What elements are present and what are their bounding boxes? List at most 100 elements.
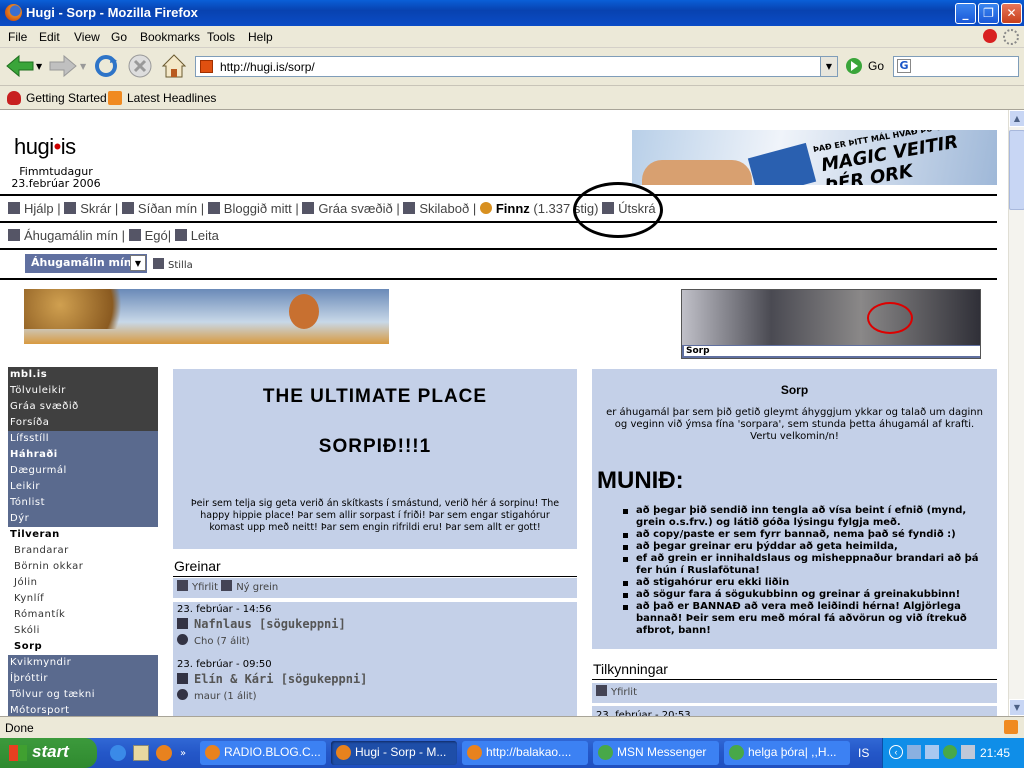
- article-title[interactable]: Elín & Kári [sögukeppni]: [177, 672, 367, 686]
- menu-help[interactable]: Help: [248, 30, 273, 44]
- reload-icon[interactable]: [93, 53, 119, 79]
- search-box[interactable]: G: [893, 56, 1019, 77]
- article-title-text[interactable]: Elín & Kári [sögukeppni]: [194, 672, 367, 686]
- ie-quicklaunch-icon[interactable]: [110, 745, 126, 761]
- url-dropdown-icon[interactable]: ▼: [820, 57, 837, 76]
- msn-tray-icon[interactable]: [943, 745, 957, 759]
- taskbar-item-radio-blog[interactable]: RADIO.BLOG.C...: [200, 741, 326, 765]
- nav-ego[interactable]: Egó: [145, 228, 168, 243]
- go-icon[interactable]: [844, 56, 864, 76]
- sidebar-item-tonlist[interactable]: Tónlist: [8, 495, 158, 511]
- scroll-down-icon[interactable]: ▼: [1009, 699, 1024, 716]
- nav-ahugamalin[interactable]: Áhugamálin mín: [24, 228, 118, 243]
- banner-ad[interactable]: ÞAÐ ER ÞITT MÁL HVAÐ ÞÚ GERIR MAGIC VEIT…: [632, 130, 997, 185]
- status-text: Done: [5, 721, 34, 735]
- home-icon[interactable]: [160, 52, 188, 80]
- sidebar-item-sorp[interactable]: Sorp: [8, 639, 158, 655]
- stop-icon[interactable]: [127, 53, 153, 79]
- menu-tools[interactable]: Tools: [207, 30, 235, 44]
- sidebar-item-leikir[interactable]: Leikir: [8, 479, 158, 495]
- scroll-thumb[interactable]: [1009, 130, 1024, 210]
- article-title[interactable]: Nafnlaus [sögukeppni]: [177, 617, 346, 631]
- rooster-banner[interactable]: [24, 289, 389, 344]
- display-icon[interactable]: [925, 745, 939, 759]
- vertical-scrollbar[interactable]: ▲ ▼: [1008, 110, 1024, 716]
- tilk-yfirlit[interactable]: Yfirlit: [611, 687, 637, 698]
- stilla-link[interactable]: Stilla: [153, 258, 193, 271]
- bookmark-latest-headlines[interactable]: Latest Headlines: [127, 91, 216, 105]
- taskbar-item-hugi-sorp[interactable]: Hugi - Sorp - M...: [331, 741, 457, 765]
- sidebar-item-mbl[interactable]: mbl.is: [8, 367, 158, 383]
- url-bar[interactable]: http://hugi.is/sorp/ ▼: [195, 56, 838, 77]
- taskbar-item-chat[interactable]: helga þóra| ,,H...: [724, 741, 850, 765]
- sidebar-item-skoli[interactable]: Skóli: [8, 623, 158, 639]
- username[interactable]: Finnz: [496, 201, 530, 216]
- menu-file[interactable]: File: [8, 30, 27, 44]
- tray-expand-icon[interactable]: ‹: [889, 745, 903, 759]
- close-button[interactable]: ✕: [1001, 3, 1022, 24]
- select-dropdown-icon[interactable]: ▼: [130, 255, 146, 271]
- menu-edit[interactable]: Edit: [39, 30, 60, 44]
- sidebar-item-kvikmyndir[interactable]: Kvikmyndir: [8, 655, 158, 671]
- back-icon[interactable]: [5, 54, 35, 78]
- ad-can-image: [747, 142, 817, 185]
- firefox-quicklaunch-icon[interactable]: [156, 745, 172, 761]
- sidebar-item-romantik[interactable]: Rómantík: [8, 607, 158, 623]
- author-name[interactable]: Cho: [194, 636, 213, 647]
- sidebar-item-graa-svaedid[interactable]: Gráa svæðið: [8, 399, 158, 415]
- quicklaunch-expand-icon[interactable]: »: [180, 748, 186, 759]
- sidebar-item-bornin-okkar[interactable]: Börnin okkar: [8, 559, 158, 575]
- sidebar-item-tolvur[interactable]: Tölvur og tækni: [8, 687, 158, 703]
- menu-go[interactable]: Go: [111, 30, 127, 44]
- bookmark-getting-started[interactable]: Getting Started: [26, 91, 107, 105]
- greinar-yfirlit[interactable]: Yfirlit: [192, 582, 218, 593]
- sidebar-item-ithrottir[interactable]: Íþróttir: [8, 671, 158, 687]
- firefox-icon: [467, 745, 482, 760]
- forward-icon[interactable]: [48, 54, 78, 78]
- back-dropdown-icon[interactable]: ▼: [36, 62, 42, 71]
- sidebar-item-motorsport[interactable]: Mótorsport: [8, 703, 158, 716]
- start-button[interactable]: start: [0, 738, 97, 768]
- volume-icon[interactable]: [961, 745, 975, 759]
- sorp-image-box[interactable]: Sorp: [681, 289, 981, 359]
- sidebar-item-jolin[interactable]: Jólin: [8, 575, 158, 591]
- go-button[interactable]: Go: [868, 59, 884, 73]
- taskbar-item-balakao[interactable]: http://balakao....: [462, 741, 588, 765]
- author-name[interactable]: maur: [194, 691, 220, 702]
- nav-leita[interactable]: Leita: [191, 228, 219, 243]
- url-text[interactable]: http://hugi.is/sorp/: [220, 60, 315, 74]
- article-title-text[interactable]: Nafnlaus [sögukeppni]: [194, 617, 346, 631]
- sidebar-heading-tilveran[interactable]: Tilveran: [8, 527, 158, 543]
- scroll-up-icon[interactable]: ▲: [1009, 110, 1024, 127]
- nav-skilabod[interactable]: Skilaboð: [419, 201, 469, 216]
- nav-graa-svaedid[interactable]: Gráa svæðið: [318, 201, 392, 216]
- nav-skrar[interactable]: Skrár: [80, 201, 111, 216]
- nav-sidan-min[interactable]: Síðan mín: [138, 201, 197, 216]
- menu-view[interactable]: View: [74, 30, 100, 44]
- rule-item: að copy/paste er sem fyrr bannað, nema þ…: [623, 529, 996, 541]
- overview-icon: [177, 580, 188, 591]
- sidebar-item-daegurmal[interactable]: Dægurmál: [8, 463, 158, 479]
- sidebar-item-forsida[interactable]: Forsíða: [8, 415, 158, 431]
- hugi-logo[interactable]: hugi•is: [14, 134, 76, 160]
- nav-bloggid[interactable]: Bloggið mitt: [224, 201, 292, 216]
- network-icon[interactable]: [907, 745, 921, 759]
- greinar-ny-grein[interactable]: Ný grein: [236, 582, 278, 593]
- sidebar-item-dyr[interactable]: Dýr: [8, 511, 158, 527]
- sidebar-item-lifsstill[interactable]: Lífsstíll: [8, 431, 158, 447]
- sidebar-item-kynlif[interactable]: Kynlíf: [8, 591, 158, 607]
- nav-hjalp[interactable]: Hjálp: [24, 201, 54, 216]
- taskbar-item-msn[interactable]: MSN Messenger: [593, 741, 719, 765]
- sidebar-item-hahradi[interactable]: Háhraði: [8, 447, 158, 463]
- minimize-button[interactable]: _: [955, 3, 976, 24]
- google-icon[interactable]: G: [897, 59, 911, 73]
- maximize-button[interactable]: ❐: [978, 3, 999, 24]
- rss-status-icon[interactable]: [1004, 720, 1018, 734]
- menu-bookmarks[interactable]: Bookmarks: [140, 30, 200, 44]
- language-indicator[interactable]: IS: [858, 746, 869, 760]
- forward-dropdown-icon[interactable]: ▼: [80, 62, 86, 71]
- desktop-quicklaunch-icon[interactable]: [133, 745, 149, 761]
- sidebar-item-tolvuleikir[interactable]: Tölvuleikir: [8, 383, 158, 399]
- interests-select[interactable]: Áhugamálin mín ▼: [25, 254, 147, 273]
- sidebar-item-brandarar[interactable]: Brandarar: [8, 543, 158, 559]
